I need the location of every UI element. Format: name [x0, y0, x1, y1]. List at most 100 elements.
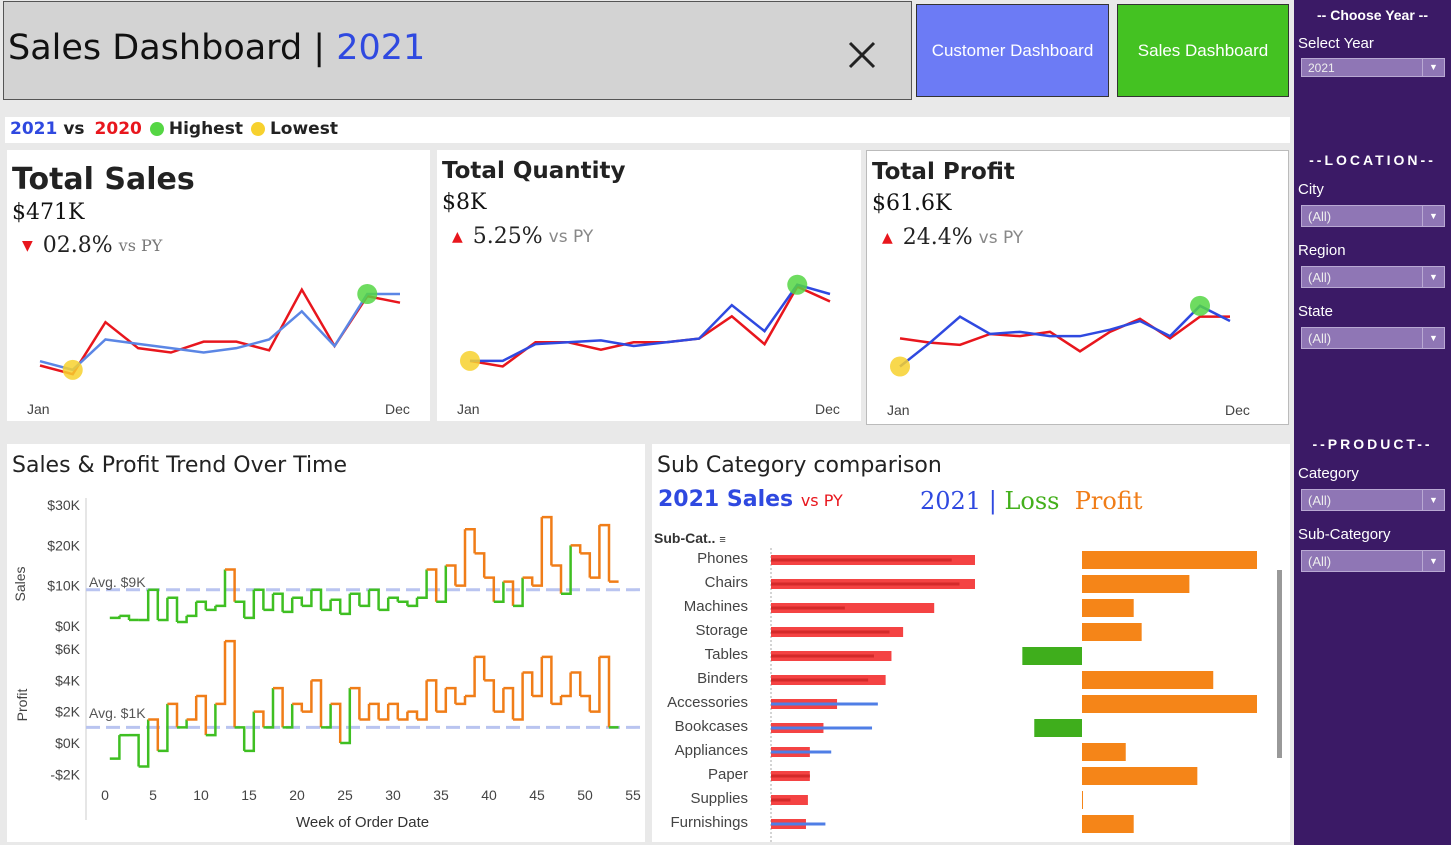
- sales-step-segment: [253, 588, 265, 610]
- sales-step-segment: [273, 592, 284, 612]
- profit-step-segment: [426, 679, 438, 712]
- profit-bar: [1034, 719, 1082, 737]
- profit-step-segment: [388, 702, 400, 720]
- region-dropdown[interactable]: (All) ▼: [1301, 266, 1445, 288]
- profit-step-segment: [359, 703, 371, 721]
- subcategory-value: (All): [1308, 554, 1332, 569]
- kpi-change-value: 02.8%: [42, 233, 113, 258]
- kpi-title: Total Sales: [12, 162, 195, 197]
- week-tick-label: 25: [337, 787, 353, 803]
- page-title-year: 2021: [336, 28, 426, 68]
- sales-step-segment: [580, 552, 592, 578]
- week-tick-label: 20: [289, 787, 305, 803]
- profit-bar: [1022, 647, 1082, 665]
- sales-step-segment: [417, 569, 428, 600]
- week-tick-label: 45: [529, 787, 545, 803]
- kpi-change: ▼ 02.8% vs PY: [22, 233, 162, 258]
- py-bar: [771, 726, 873, 730]
- profit-step-segment: [522, 671, 534, 696]
- sales-tick-label: $0K: [55, 618, 81, 634]
- chevron-down-icon: ▼: [1422, 328, 1444, 348]
- customer-dashboard-button[interactable]: Customer Dashboard: [916, 4, 1109, 97]
- week-tick-label: 35: [433, 787, 449, 803]
- sales-step-segment: [599, 523, 611, 582]
- profit-step-segment: [129, 733, 140, 767]
- kpi-vs: vs PY: [548, 226, 594, 247]
- sales-step-segment: [148, 588, 160, 620]
- kpi-vs: vs PY: [118, 236, 163, 255]
- week-tick-label: 5: [149, 787, 157, 803]
- py-bar: [771, 654, 874, 658]
- location-heading: --LOCATION--: [1309, 152, 1436, 168]
- profit-step-segment: [580, 694, 592, 712]
- state-dropdown[interactable]: (All) ▼: [1301, 327, 1445, 349]
- state-label: State: [1298, 303, 1334, 320]
- subcat-chart: [770, 548, 1257, 842]
- week-tick-label: 15: [241, 787, 257, 803]
- legend-lowest: Lowest: [269, 119, 338, 139]
- py-bar: [771, 822, 826, 826]
- down-triangle-icon: ▼: [22, 237, 33, 254]
- profit-step-segment: [474, 655, 486, 681]
- sales-step-segment: [455, 529, 467, 587]
- scrollbar-thumb[interactable]: [1277, 570, 1282, 758]
- py-bar: [771, 606, 845, 610]
- state-value: (All): [1308, 331, 1332, 346]
- city-dropdown[interactable]: (All) ▼: [1301, 205, 1445, 227]
- kpi-card-sales: Total Sales $471K ▼ 02.8% vs PY Jan Dec: [7, 150, 430, 421]
- kpi-sparkline: [39, 284, 401, 380]
- sales-step-segment: [369, 588, 380, 610]
- sales-step-segment: [157, 597, 169, 622]
- subcategory-dropdown[interactable]: (All) ▼: [1301, 550, 1445, 572]
- month-end: Dec: [1225, 402, 1250, 418]
- sales-step-segment: [541, 515, 553, 566]
- profit-tick-label: -$2K: [50, 766, 80, 782]
- sales-step-segment: [388, 596, 400, 602]
- close-icon[interactable]: [845, 38, 879, 72]
- profit-bar: [1082, 551, 1257, 569]
- sales-step-segment: [465, 527, 476, 554]
- select-year-label: Select Year: [1298, 35, 1374, 52]
- profit-bar: [1082, 815, 1134, 833]
- kpi-change-value: 5.25%: [472, 224, 543, 249]
- kpi-value: $471K: [12, 200, 85, 225]
- sales-step-segment: [436, 565, 448, 604]
- profit-bar: [1082, 767, 1198, 785]
- profit-step-segment: [253, 710, 265, 728]
- kpi-value: $61.6K: [872, 191, 952, 216]
- current-year-line: [899, 304, 1231, 368]
- trend-title: Sales & Profit Trend Over Time: [12, 453, 348, 478]
- week-tick-label: 10: [193, 787, 209, 803]
- profit-bar: [1082, 575, 1190, 593]
- profit-step-segment: [369, 702, 380, 720]
- product-heading: --PRODUCT--: [1312, 436, 1433, 452]
- category-dropdown[interactable]: (All) ▼: [1301, 489, 1445, 511]
- profit-step-segment: [311, 679, 323, 728]
- sales-tick-label: $10K: [47, 578, 80, 594]
- select-year-dropdown[interactable]: 2021 ▼: [1301, 58, 1445, 77]
- sales-step-segment: [493, 581, 505, 604]
- profit-step-segment: [340, 688, 352, 745]
- profit-tick-label: $4K: [55, 672, 81, 688]
- profit-bar: [1082, 671, 1214, 689]
- profit-step-segment: [244, 711, 256, 753]
- py-bar: [771, 678, 869, 682]
- profit-bar: [1082, 791, 1083, 809]
- category-label: Category: [1298, 465, 1359, 482]
- prev-year-line: [899, 315, 1230, 353]
- profit-step-segment: [465, 656, 476, 698]
- lowest-marker: [890, 356, 910, 377]
- chevron-down-icon: ▼: [1422, 59, 1444, 76]
- profit-step-segment: [225, 639, 236, 728]
- sales-dashboard-button[interactable]: Sales Dashboard: [1117, 4, 1289, 97]
- kpi-change: ▲ 5.25% vs PY: [452, 224, 593, 249]
- sales-step-segment: [445, 564, 457, 586]
- sales-step-segment: [282, 597, 294, 614]
- sales-step-segment: [474, 552, 486, 578]
- profit-step-segment: [263, 688, 275, 729]
- sales-step-segment: [359, 589, 371, 608]
- subcat-sales-legend: 2021 Sales vs PY: [658, 487, 843, 512]
- sales-step-segment: [215, 569, 227, 608]
- sales-step-segment: [378, 597, 390, 612]
- prev-year-line: [469, 284, 831, 368]
